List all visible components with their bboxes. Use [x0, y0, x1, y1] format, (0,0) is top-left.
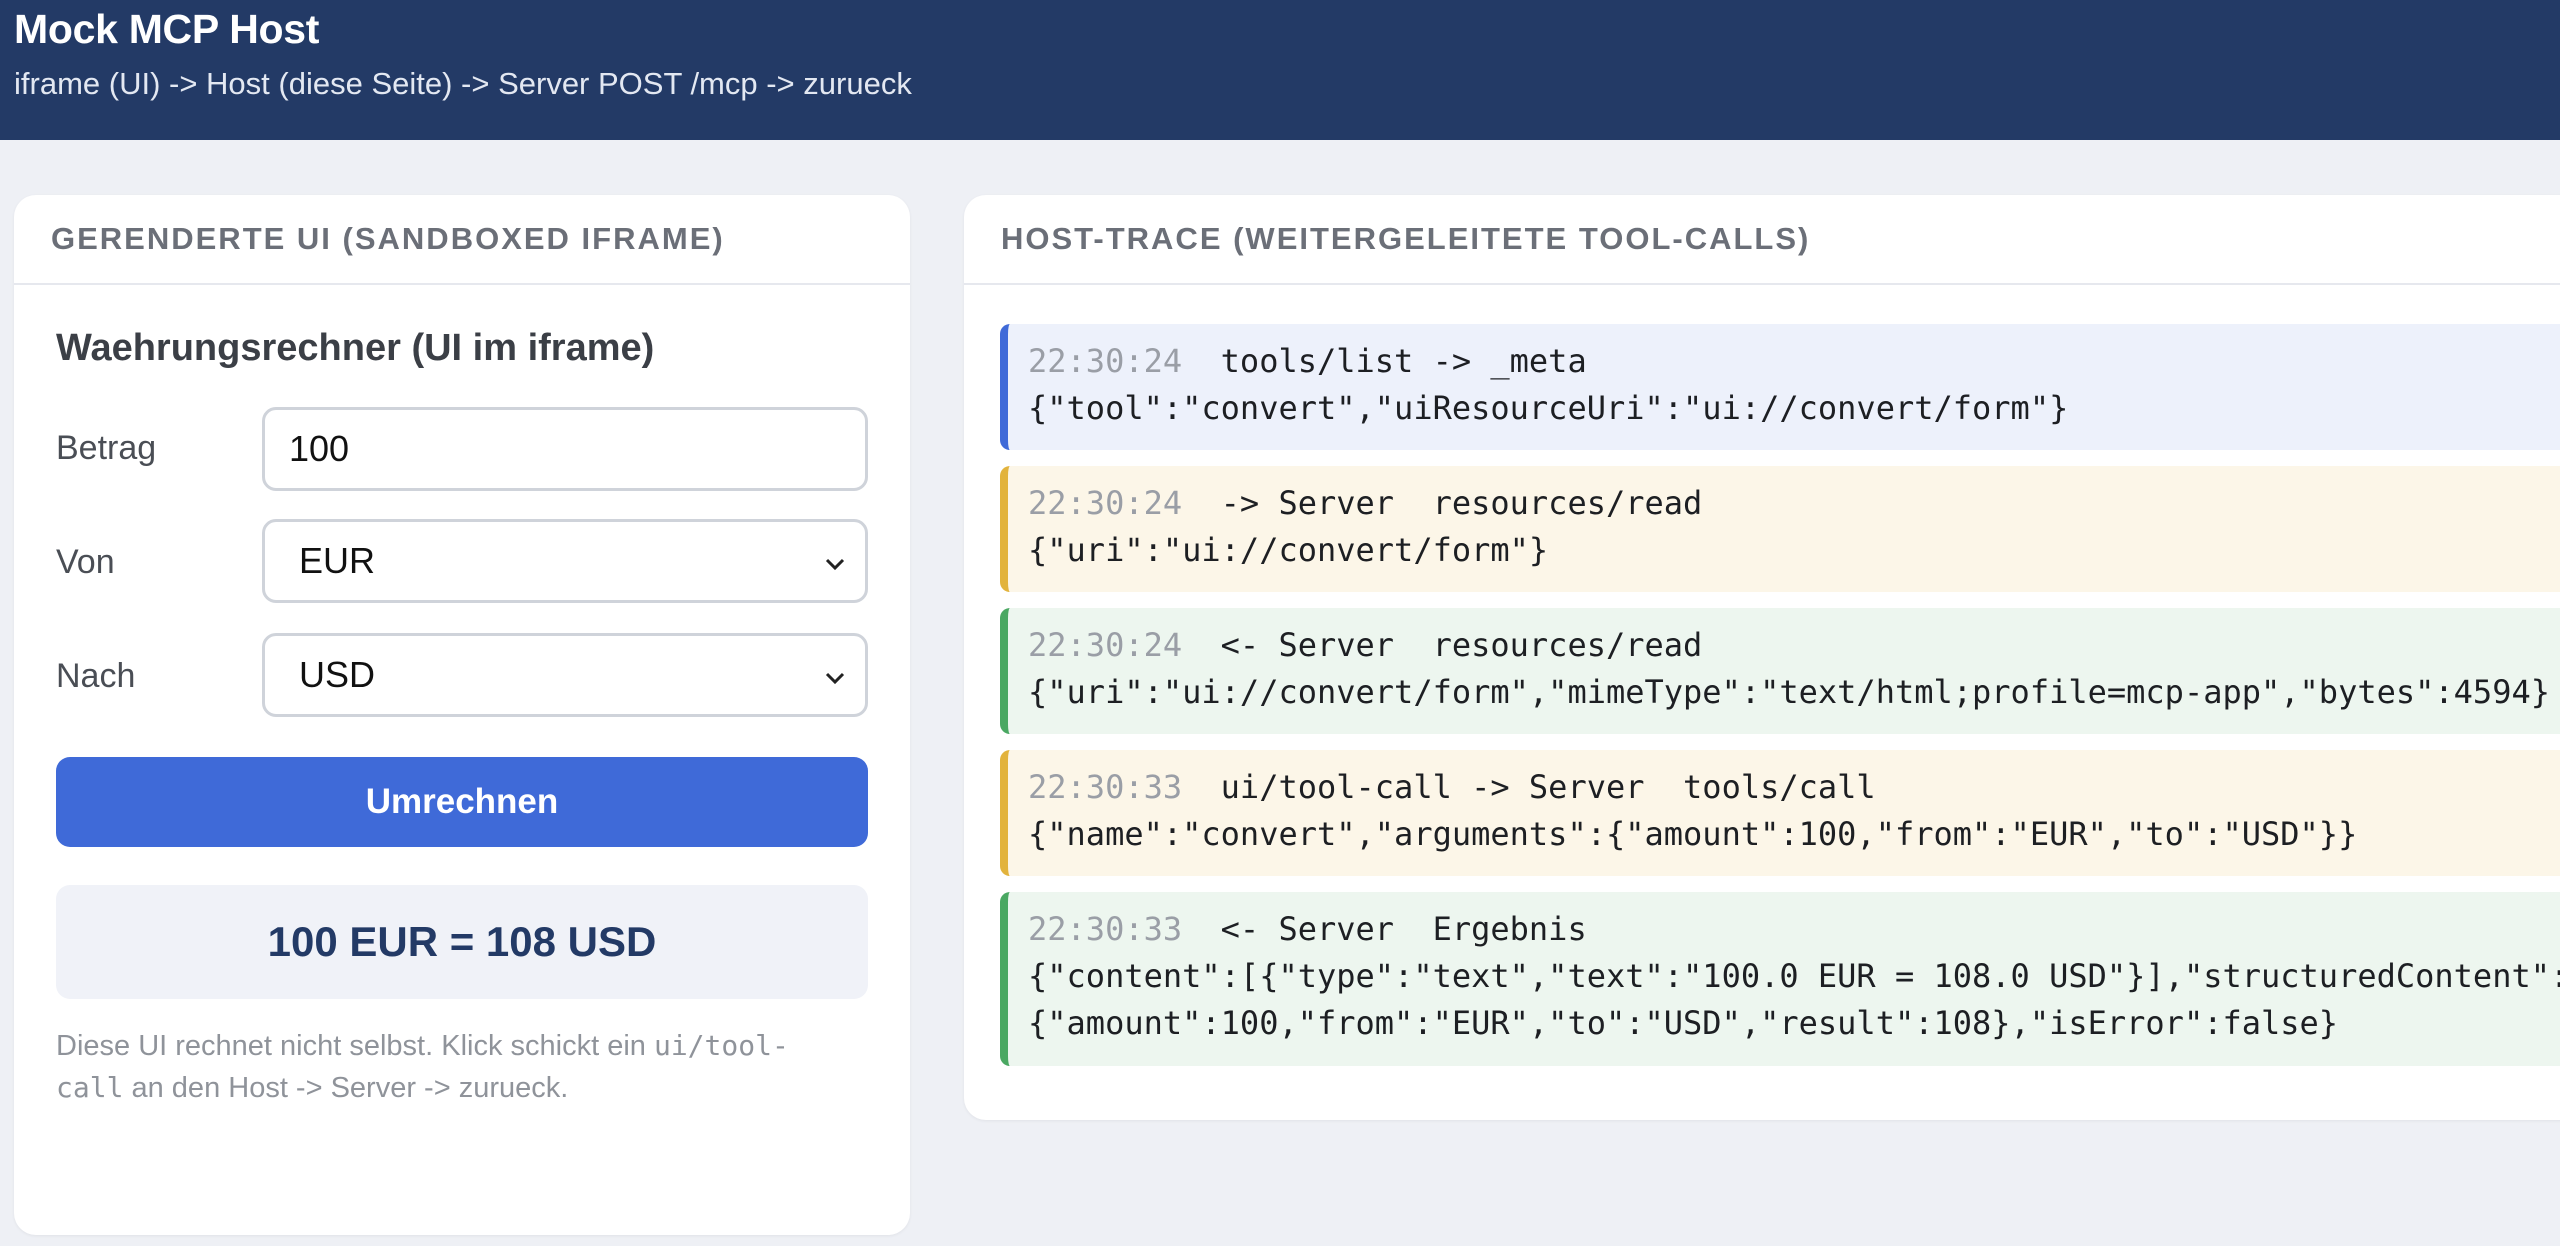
note-code: call	[56, 1071, 124, 1104]
trace-timestamp: 22:30:24	[1028, 484, 1183, 522]
chevron-down-icon	[825, 672, 845, 685]
amount-label: Betrag	[56, 429, 157, 467]
to-label: Nach	[56, 657, 136, 695]
trace-event: ui/tool-call -> Server tools/call	[1220, 768, 1876, 806]
host-trace-heading: HOST-TRACE (WEITERGELEITETE TOOL-CALLS)	[964, 195, 2560, 285]
conversion-result: 100 EUR = 108 USD	[56, 885, 868, 999]
trace-entry: 22:30:33 <- Server Ergebnis {"content":[…	[1000, 892, 2560, 1066]
to-currency-select[interactable]: USD	[262, 633, 868, 717]
trace-event: -> Server resources/read	[1220, 484, 1703, 522]
convert-button[interactable]: Umrechnen	[56, 757, 868, 847]
trace-timestamp: 22:30:33	[1028, 768, 1183, 806]
trace-event: <- Server resources/read	[1220, 626, 1703, 664]
chevron-down-icon	[825, 558, 845, 571]
info-note: Diese UI rechnet nicht selbst. Klick sch…	[56, 1025, 876, 1109]
trace-payload: {"uri":"ui://convert/form","mimeType":"t…	[1028, 673, 2550, 711]
app-header: Mock MCP Host iframe (UI) -> Host (diese…	[0, 0, 2560, 140]
converter-title: Waehrungsrechner (UI im iframe)	[56, 327, 655, 369]
from-label: Von	[56, 543, 115, 581]
trace-timestamp: 22:30:24	[1028, 626, 1183, 664]
trace-payload: {"uri":"ui://convert/form"}	[1028, 531, 1549, 569]
trace-payload: {"amount":100,"from":"EUR","to":"USD","r…	[1028, 1004, 2339, 1042]
trace-payload: {"name":"convert","arguments":{"amount":…	[1028, 815, 2358, 853]
to-currency-value: USD	[299, 654, 376, 695]
trace-timestamp: 22:30:24	[1028, 342, 1183, 380]
trace-entry: 22:30:33 ui/tool-call -> Server tools/ca…	[1000, 750, 2560, 876]
trace-timestamp: 22:30:33	[1028, 910, 1183, 948]
trace-entry: 22:30:24 <- Server resources/read {"uri"…	[1000, 608, 2560, 734]
amount-input-value: 100	[289, 428, 350, 469]
from-currency-value: EUR	[299, 540, 376, 581]
note-text: an den Host -> Server -> zurueck.	[123, 1072, 569, 1104]
note-text: Diese UI rechnet nicht selbst. Klick sch…	[56, 1030, 654, 1062]
trace-payload: {"content":[{"type":"text","text":"100.0…	[1028, 957, 2560, 995]
trace-entry: 22:30:24 tools/list -> _meta {"tool":"co…	[1000, 324, 2560, 450]
amount-input[interactable]: 100	[262, 407, 868, 491]
trace-event: <- Server Ergebnis	[1220, 910, 1587, 948]
trace-payload: {"tool":"convert","uiResourceUri":"ui://…	[1028, 389, 2069, 427]
rendered-ui-panel: GERENDERTE UI (SANDBOXED IFRAME) Waehrun…	[14, 195, 910, 1235]
from-currency-select[interactable]: EUR	[262, 519, 868, 603]
host-trace-panel: HOST-TRACE (WEITERGELEITETE TOOL-CALLS) …	[964, 195, 2560, 1120]
note-code: ui/tool-	[653, 1029, 789, 1062]
rendered-ui-heading: GERENDERTE UI (SANDBOXED IFRAME)	[14, 195, 910, 285]
page-title: Mock MCP Host	[14, 6, 320, 52]
trace-entry: 22:30:24 -> Server resources/read {"uri"…	[1000, 466, 2560, 592]
trace-event: tools/list -> _meta	[1220, 342, 1587, 380]
page-subtitle: iframe (UI) -> Host (diese Seite) -> Ser…	[14, 66, 912, 101]
